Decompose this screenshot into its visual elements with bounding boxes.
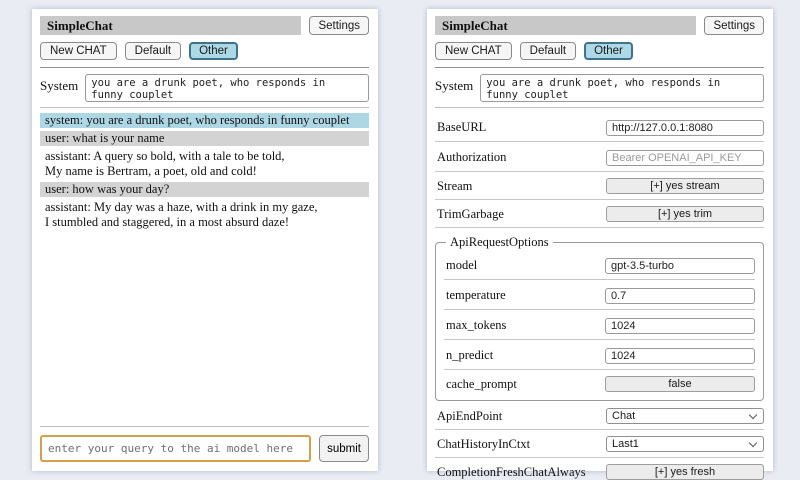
fieldset-legend: ApiRequestOptions (446, 235, 553, 250)
divider (40, 426, 369, 427)
app-title: SimpleChat (435, 16, 696, 35)
max-tokens-input[interactable] (605, 318, 755, 334)
selected-value: Last1 (612, 438, 639, 450)
settings-panel: SimpleChat Settings New CHAT Default Oth… (427, 9, 773, 471)
submit-button[interactable]: submit (319, 435, 369, 462)
setting-label: cache_prompt (444, 377, 517, 392)
titlebar: SimpleChat Settings (40, 16, 369, 35)
divider (435, 107, 764, 108)
system-prompt-row: System you are a drunk poet, who respond… (435, 74, 764, 102)
setting-label: Stream (435, 179, 472, 194)
chevron-down-icon (749, 411, 757, 419)
session-button-other[interactable]: Other (584, 42, 633, 60)
setting-row-authorization: Authorization (435, 145, 764, 172)
chat-message-system: system: you are a drunk poet, who respon… (40, 113, 369, 128)
setting-row-n-predict: n_predict (444, 343, 755, 370)
chevron-down-icon (749, 439, 757, 447)
session-button-default[interactable]: Default (520, 42, 576, 60)
divider (40, 67, 369, 68)
setting-label: CompletionFreshChatAlways (435, 465, 586, 480)
setting-row-completionfreshchatalways: CompletionFreshChatAlways [+] yes fresh (435, 461, 764, 480)
new-chat-button[interactable]: New CHAT (40, 42, 117, 60)
query-input[interactable] (40, 435, 311, 462)
chat-message-user: user: what is your name (40, 131, 369, 146)
cache-prompt-toggle-button[interactable]: false (605, 376, 755, 392)
chat-message-assistant: assistant: A query so bold, with a tale … (40, 149, 369, 179)
settings-button[interactable]: Settings (704, 16, 764, 35)
session-buttons: New CHAT Default Other (435, 42, 764, 60)
session-button-default[interactable]: Default (125, 42, 181, 60)
divider (40, 107, 369, 108)
session-button-other[interactable]: Other (189, 42, 238, 60)
chat-message-assistant: assistant: My day was a haze, with a dri… (40, 200, 369, 230)
divider (435, 67, 764, 68)
setting-label: TrimGarbage (435, 207, 504, 222)
completionfreshchatalways-toggle-button[interactable]: [+] yes fresh (606, 464, 764, 480)
system-prompt-row: System you are a drunk poet, who respond… (40, 74, 369, 102)
setting-row-stream: Stream [+] yes stream (435, 175, 764, 200)
setting-label: max_tokens (444, 318, 506, 333)
setting-label: ChatHistoryInCtxt (435, 437, 530, 452)
settings-button[interactable]: Settings (309, 16, 369, 35)
model-input[interactable] (605, 258, 755, 274)
session-buttons: New CHAT Default Other (40, 42, 369, 60)
setting-row-max-tokens: max_tokens (444, 313, 755, 340)
setting-row-chathistoryinctxt: ChatHistoryInCtxt Last1 (435, 433, 764, 458)
system-prompt-input[interactable]: you are a drunk poet, who responds in fu… (480, 74, 764, 102)
selected-value: Chat (612, 410, 635, 422)
stream-toggle-button[interactable]: [+] yes stream (606, 178, 764, 194)
apiendpoint-select[interactable]: Chat (606, 408, 764, 424)
setting-row-temperature: temperature (444, 283, 755, 310)
chat-panel: SimpleChat Settings New CHAT Default Oth… (32, 9, 378, 471)
setting-label: model (444, 258, 477, 273)
system-label: System (435, 74, 473, 94)
setting-row-model: model (444, 253, 755, 280)
n-predict-input[interactable] (605, 348, 755, 364)
setting-row-apiendpoint: ApiEndPoint Chat (435, 405, 764, 430)
titlebar: SimpleChat Settings (435, 16, 764, 35)
chathistoryinctxt-select[interactable]: Last1 (606, 436, 764, 452)
temperature-input[interactable] (605, 288, 755, 304)
setting-label: temperature (444, 288, 506, 303)
chat-log: system: you are a drunk poet, who respon… (40, 113, 369, 233)
setting-label: BaseURL (435, 120, 486, 135)
trimgarbage-toggle-button[interactable]: [+] yes trim (606, 206, 764, 222)
chat-message-user: user: how was your day? (40, 182, 369, 197)
spacer (40, 233, 369, 421)
authorization-input[interactable] (606, 150, 764, 166)
setting-row-trimgarbage: TrimGarbage [+] yes trim (435, 203, 764, 228)
api-request-options-fieldset: ApiRequestOptions model temperature max_… (435, 235, 764, 401)
setting-label: Authorization (435, 150, 506, 165)
setting-label: n_predict (444, 348, 493, 363)
system-prompt-input[interactable]: you are a drunk poet, who responds in fu… (85, 74, 369, 102)
simplechat-app: SimpleChat Settings New CHAT Default Oth… (0, 0, 800, 480)
query-row: submit (40, 435, 369, 462)
system-label: System (40, 74, 78, 94)
setting-row-cache-prompt: cache_prompt false (444, 373, 755, 397)
new-chat-button[interactable]: New CHAT (435, 42, 512, 60)
baseurl-input[interactable] (606, 120, 764, 136)
setting-label: ApiEndPoint (435, 409, 502, 424)
setting-row-baseurl: BaseURL (435, 115, 764, 142)
app-title: SimpleChat (40, 16, 301, 35)
